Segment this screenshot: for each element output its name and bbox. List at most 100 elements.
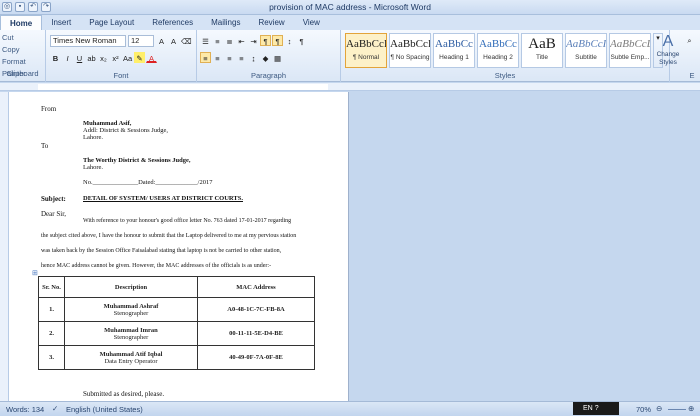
style-sample: AaBbCcI [390,38,430,50]
subscript-icon[interactable]: x₂ [98,52,109,63]
paragraph-group: ☰ ≡ ≣ ⇤ ⇥ ¶ ¶ ↕ ¶ ≡ ≡ ≡ ≡ ↨ ◆ ▦ Paragrap… [197,30,341,82]
cell-description: Muhammad Atif Iqbal Data Entry Operator [64,345,198,370]
tab-home[interactable]: Home [0,15,43,30]
copy-button[interactable]: Copy [2,44,45,56]
style-sample: AaB [528,36,556,52]
tab-insert[interactable]: Insert [42,15,80,30]
vertical-ruler[interactable] [0,92,9,401]
style-sample: AaBbCc [479,38,517,50]
sender-city: Lahore. [83,134,104,141]
tab-references[interactable]: References [143,15,202,30]
italic-icon[interactable]: I [62,52,73,63]
title-bar: ◎ ▪ ↶ ↷ provision of MAC address - Micro… [0,0,700,15]
borders-icon[interactable]: ▦ [272,52,283,63]
style-no-spacing[interactable]: AaBbCcI ¶ No Spacing [389,33,431,68]
bullets-icon[interactable]: ☰ [200,35,211,46]
style-name: Title [535,54,549,61]
zoom-slider[interactable] [668,409,686,410]
editing-group: ⌕ E [684,30,700,82]
grow-font-icon[interactable]: A [156,35,167,46]
find-icon[interactable]: ⌕ [684,34,695,45]
style-normal[interactable]: AaBbCcI ¶ Normal [345,33,387,68]
recipient-name: The Worthy District & Sessions Judge, [83,157,191,164]
justify-icon[interactable]: ≡ [236,52,247,63]
language-code: EN [583,405,593,412]
table-header-row: Sr. No. Description MAC Address [38,276,315,298]
align-left-icon[interactable]: ≡ [200,52,211,63]
tab-view[interactable]: View [294,15,329,30]
language-indicator[interactable]: English (United States) [66,405,143,414]
sort-icon[interactable]: ↕ [284,35,295,46]
style-name: ¶ No Spacing [390,54,430,61]
numbering-icon[interactable]: ≡ [212,35,223,46]
rtl-icon[interactable]: ¶ [272,35,283,46]
change-styles-icon: A [662,33,674,50]
change-case-icon[interactable]: Aa [122,52,133,63]
align-right-icon[interactable]: ≡ [224,52,235,63]
style-sample: AaBbCc [435,38,473,50]
styles-group: AaBbCcI ¶ Normal AaBbCcI ¶ No Spacing Aa… [341,30,670,82]
word-count[interactable]: Words: 134 [6,405,44,414]
superscript-icon[interactable]: x² [110,52,121,63]
zoom-out-icon[interactable]: ⊖ [656,404,662,413]
increase-indent-icon[interactable]: ⇥ [248,35,259,46]
show-marks-icon[interactable]: ¶ [296,35,307,46]
closing-line: Submitted as desired, please. [83,390,165,398]
cell-mac: 40-49-0F-7A-0F-8E [197,345,315,370]
shading-icon[interactable]: ◆ [260,52,271,63]
bold-icon[interactable]: B [50,52,61,63]
cell-sr: 2. [38,321,65,346]
style-subtle-emphasis[interactable]: AaBbCcL Subtle Emp... [609,33,651,68]
zoom-level[interactable]: 70% [636,405,651,414]
cell-mac: A0-48-1C-7C-FB-8A [197,297,315,322]
sender-title: Addl: District & Sessions Judge, [83,127,169,134]
employee-name: Muhammad Imran [104,326,158,334]
cell-description: Muhammad Imran Stenographer [64,321,198,346]
change-styles-button[interactable]: A Change Styles [652,30,684,82]
paragraph-line: the subject cited above, I have the hono… [41,233,297,239]
style-title[interactable]: AaB Title [521,33,563,68]
salutation: Dear Sir, [41,210,66,218]
ruler-writable-area [38,84,328,90]
highlight-icon[interactable]: ✎ [134,52,145,63]
strikethrough-icon[interactable]: ab [86,52,97,63]
multilevel-list-icon[interactable]: ≣ [224,35,235,46]
font-size-field[interactable]: 12 [128,35,154,47]
table-move-handle-icon[interactable]: ⊞ [32,269,38,277]
help-icon[interactable]: ? [595,405,599,412]
underline-icon[interactable]: U [74,52,85,63]
style-sample: AaBbCcI [346,38,386,50]
horizontal-ruler[interactable] [0,83,700,91]
shrink-font-icon[interactable]: A [168,35,179,46]
align-center-icon[interactable]: ≡ [212,52,223,63]
style-name: Subtitle [575,54,597,61]
ltr-icon[interactable]: ¶ [260,35,271,46]
style-sample: AaBbCcL [610,38,650,50]
style-heading-1[interactable]: AaBbCc Heading 1 [433,33,475,68]
employee-name: Muhammad Ashraf [103,302,159,310]
employee-name: Muhammad Atif Iqbal [99,350,163,358]
zoom-in-icon[interactable]: ⊕ [688,404,694,413]
employee-role: Stenographer [113,333,149,341]
tab-mailings[interactable]: Mailings [202,15,249,30]
subject-text: DETAIL OF SYSTEM/ USERS AT DISTRICT COUR… [83,195,243,202]
recipient-city: Lahore. [83,164,104,171]
language-bar[interactable]: EN ? [573,402,619,415]
font-color-icon[interactable]: A [146,52,157,63]
line-spacing-icon[interactable]: ↨ [248,52,259,63]
style-heading-2[interactable]: AaBbCc Heading 2 [477,33,519,68]
mac-address-table: Sr. No. Description MAC Address 1. Muham… [38,276,315,370]
cut-button[interactable]: Cut [2,32,45,44]
tab-review[interactable]: Review [249,15,293,30]
proofing-icon[interactable]: ✓ [52,404,58,413]
tab-page-layout[interactable]: Page Layout [80,15,143,30]
decrease-indent-icon[interactable]: ⇤ [236,35,247,46]
paragraph-line: With reference to your honour's good off… [83,218,292,224]
style-subtitle[interactable]: AaBbCcI Subtitle [565,33,607,68]
document-page[interactable]: From Muhammad Asif, Addl: District & Ses… [9,92,349,401]
font-name-field[interactable]: Times New Roman [50,35,126,47]
clear-format-icon[interactable]: ⌫ [180,35,192,46]
header-sr-no: Sr. No. [38,276,65,298]
paragraph-label: Paragraph [250,71,287,80]
font-label: Font [113,71,129,80]
